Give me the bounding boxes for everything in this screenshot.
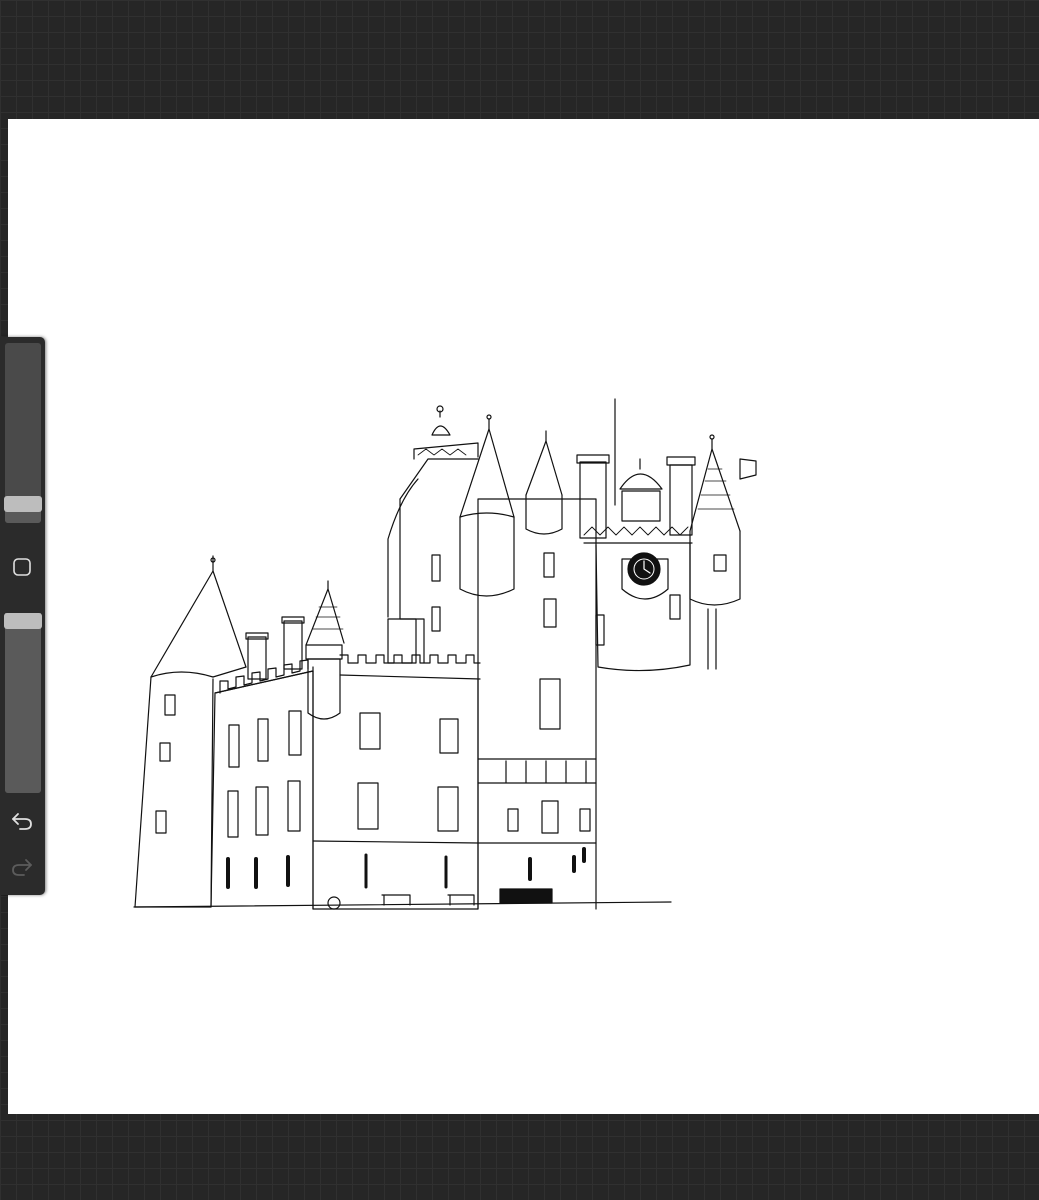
brush-opacity-thumb[interactable] [4,613,42,629]
redo-arrow-icon [12,859,32,876]
drawing-canvas[interactable] [8,119,1039,1114]
undo-button[interactable] [6,807,38,835]
redo-button[interactable] [6,853,38,881]
square-outline-icon [13,558,31,576]
brush-size-thumb[interactable] [4,496,42,512]
brush-sidebar [0,337,45,895]
brush-size-slider[interactable] [4,343,42,523]
modify-button[interactable] [6,553,38,581]
brush-opacity-slider[interactable] [4,613,42,793]
brush-opacity-fill [5,613,41,793]
undo-arrow-icon [12,813,32,830]
castle-drawing [133,398,757,910]
